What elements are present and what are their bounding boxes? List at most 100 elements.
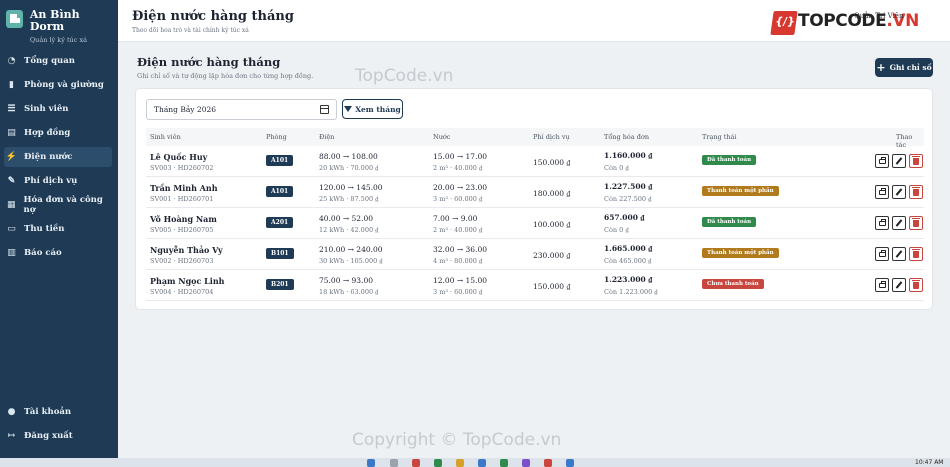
search-icon[interactable] xyxy=(390,459,398,467)
sidebar-item[interactable]: ▥ Báo cáo xyxy=(4,243,112,263)
edit-button[interactable] xyxy=(892,216,906,230)
add-reading-label: Ghi chỉ số xyxy=(889,63,932,72)
student-code: SV004 · HD260704 xyxy=(150,288,214,296)
sidebar-item-label: Tài khoản xyxy=(24,407,72,417)
page-title: Điện nước hàng tháng xyxy=(132,9,294,24)
delete-button[interactable] xyxy=(909,216,923,230)
print-button[interactable] xyxy=(875,216,889,230)
app-icon[interactable] xyxy=(544,459,552,467)
start-icon[interactable] xyxy=(367,459,375,467)
print-icon xyxy=(878,280,886,288)
print-button[interactable] xyxy=(875,247,889,261)
service-fee: 100.000 ₫ xyxy=(533,220,571,229)
chart-icon: ▥ xyxy=(7,248,16,258)
sidebar-item[interactable]: ☰ Sinh viên xyxy=(4,99,112,119)
status-badge: Đã thanh toán xyxy=(702,217,757,227)
sidebar-item[interactable]: ↦ Đăng xuất xyxy=(4,426,112,446)
delete-button[interactable] xyxy=(909,185,923,199)
browser-icon[interactable] xyxy=(500,459,508,467)
water-usage: 2 m³ · 40.000 ₫ xyxy=(433,164,483,172)
col-status: Trạng thái xyxy=(702,133,737,141)
filter-icon xyxy=(344,106,353,112)
watermark-top: TopCode.vn xyxy=(355,66,454,86)
sidebar-item-label: Điện nước xyxy=(24,152,73,162)
trash-icon xyxy=(912,279,920,289)
student-code: SV002 · HD260703 xyxy=(150,257,214,265)
status-badge: Chưa thanh toán xyxy=(702,279,764,289)
app-icon[interactable] xyxy=(478,459,486,467)
student-code: SV001 · HD260701 xyxy=(150,195,214,203)
app-icon[interactable] xyxy=(566,459,574,467)
app-icon[interactable] xyxy=(434,459,442,467)
pencil-icon xyxy=(895,188,903,196)
page-subtitle: Theo dõi hoa trò và tài chính ký túc xá xyxy=(132,27,249,34)
trash-icon xyxy=(912,248,920,258)
remaining-balance: Còn 227.500 ₫ xyxy=(604,195,652,203)
sidebar-item[interactable]: ▮ Phòng và giường xyxy=(4,75,112,95)
service-fee: 180.000 ₫ xyxy=(533,189,571,198)
watermark-bottom: Copyright © TopCode.vn xyxy=(352,430,562,450)
col-room: Phòng xyxy=(266,133,287,141)
invoice-total: 1.665.000 ₫ xyxy=(604,244,653,253)
water-reading: 7.00 → 9.00 xyxy=(433,214,478,223)
delete-button[interactable] xyxy=(909,278,923,292)
building-icon xyxy=(6,10,23,28)
edit-button[interactable] xyxy=(892,278,906,292)
pencil-icon xyxy=(895,219,903,227)
electric-reading: 210.00 → 240.00 xyxy=(319,245,383,254)
remaining-balance: Còn 0 ₫ xyxy=(604,164,629,172)
app-name: An Bình Dorm xyxy=(29,8,80,33)
edit-button[interactable] xyxy=(892,185,906,199)
delete-button[interactable] xyxy=(909,247,923,261)
remaining-balance: Còn 1.223.000 ₫ xyxy=(604,288,658,296)
electric-reading: 75.00 → 93.00 xyxy=(319,276,373,285)
add-reading-button[interactable]: + Ghi chỉ số xyxy=(875,58,933,77)
sidebar-item[interactable]: ▦ Hóa đơn và công nợ xyxy=(4,195,112,215)
user-menu[interactable]: Quản Trị Viên xyxy=(854,12,903,20)
sidebar-item[interactable]: ⚡ Điện nước xyxy=(4,147,112,167)
room-badge: B101 xyxy=(266,248,294,259)
month-picker[interactable]: Tháng Bảy 2026 xyxy=(146,99,337,120)
view-month-label: Xem tháng xyxy=(355,104,401,114)
edit-button[interactable] xyxy=(892,154,906,168)
section-title: Điện nước hàng tháng xyxy=(137,55,281,69)
row-actions xyxy=(872,154,923,168)
sidebar-item[interactable]: ◔ Tổng quan xyxy=(4,51,112,71)
pencil-icon xyxy=(895,281,903,289)
trash-icon xyxy=(912,186,920,196)
table-row: Võ Hoàng Nam SV005 · HD260705 A201 40.00 → … xyxy=(146,208,924,239)
pencil-icon xyxy=(895,250,903,258)
print-icon xyxy=(878,187,886,195)
sidebar: An Bình Dorm Quản lý ký túc xá ◔ Tổng qua… xyxy=(0,0,118,458)
plus-icon: + xyxy=(876,61,886,74)
room-badge: A101 xyxy=(266,186,294,197)
pencil-icon xyxy=(895,157,903,165)
app-icon[interactable] xyxy=(412,459,420,467)
sidebar-bottom-menu: ● Tài khoản ↦ Đăng xuất xyxy=(0,402,118,450)
view-month-button[interactable]: Xem tháng xyxy=(342,99,403,119)
sidebar-item[interactable]: ● Tài khoản xyxy=(4,402,112,422)
calendar-icon[interactable] xyxy=(320,105,329,114)
student-code: SV003 · HD260702 xyxy=(150,164,214,172)
edit-button[interactable] xyxy=(892,247,906,261)
delete-button[interactable] xyxy=(909,154,923,168)
print-button[interactable] xyxy=(875,185,889,199)
sidebar-item[interactable]: ✎ Phí dịch vụ xyxy=(4,171,112,191)
sidebar-item[interactable]: ▤ Hợp đồng xyxy=(4,123,112,143)
sidebar-item[interactable]: ▭ Thu tiền xyxy=(4,219,112,239)
invoice-total: 1.227.500 ₫ xyxy=(604,182,653,191)
service-fee: 150.000 ₫ xyxy=(533,158,571,167)
print-button[interactable] xyxy=(875,278,889,292)
folder-icon[interactable] xyxy=(456,459,464,467)
electric-usage: 18 kWh · 63.000 ₫ xyxy=(319,288,379,296)
water-reading: 20.00 → 23.00 xyxy=(433,183,487,192)
print-button[interactable] xyxy=(875,154,889,168)
main-content: Điện nước hàng tháng Ghi chỉ số và tự độ… xyxy=(118,43,950,458)
topcode-logo-icon xyxy=(770,11,798,35)
users-icon: ☰ xyxy=(7,104,16,114)
sidebar-menu: ◔ Tổng quan ▮ Phòng và giường ☰ Sinh viên ▤ Hợp… xyxy=(0,51,118,263)
sidebar-item-label: Hóa đơn và công nợ xyxy=(23,195,103,215)
service-fee: 230.000 ₫ xyxy=(533,251,571,260)
electric-reading: 88.00 → 108.00 xyxy=(319,152,378,161)
editor-icon[interactable] xyxy=(522,459,530,467)
